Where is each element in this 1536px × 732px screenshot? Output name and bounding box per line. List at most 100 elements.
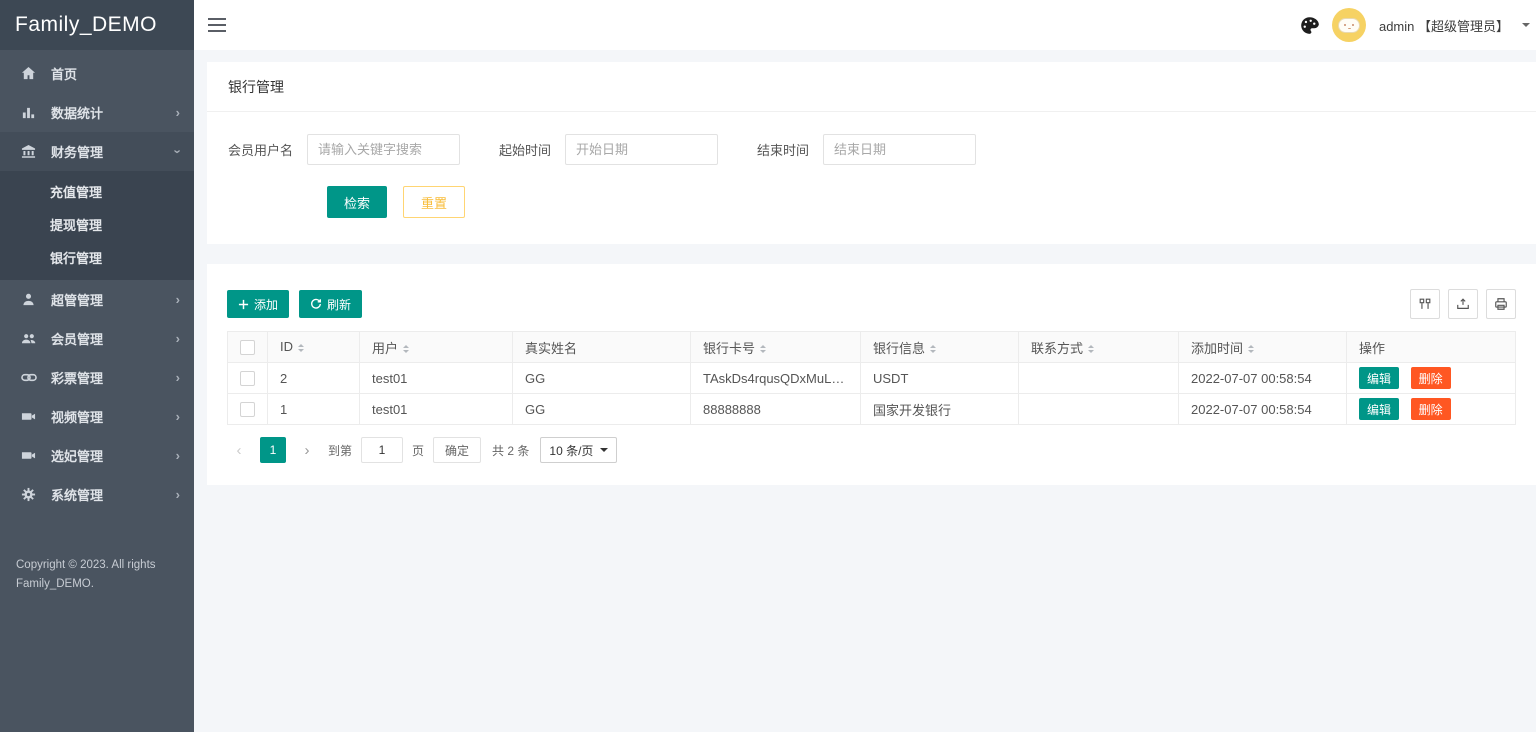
bank-icon xyxy=(20,144,37,159)
chevron-right-icon: › xyxy=(176,488,180,501)
col-actions: 操作 xyxy=(1347,332,1516,363)
sidebar-subitem-bank[interactable]: 银行管理 xyxy=(0,242,194,275)
cell-real-name: GG xyxy=(513,394,691,425)
cell-card-no: 88888888 xyxy=(691,394,861,425)
col-contact[interactable]: 联系方式 xyxy=(1019,332,1179,363)
refresh-button[interactable]: 刷新 xyxy=(299,290,362,318)
sort-icon[interactable] xyxy=(298,341,304,355)
username-search-input[interactable] xyxy=(307,134,460,165)
cell-actions: 编辑 删除 xyxy=(1347,363,1516,394)
print-button[interactable] xyxy=(1486,289,1516,319)
cell-created: 2022-07-07 00:58:54 xyxy=(1179,394,1347,425)
video-icon xyxy=(20,409,37,424)
sidebar-item-finance[interactable]: 财务管理 › xyxy=(0,132,194,171)
col-bank-info[interactable]: 银行信息 xyxy=(861,332,1019,363)
sort-icon[interactable] xyxy=(1088,342,1094,356)
edit-button[interactable]: 编辑 xyxy=(1359,398,1399,420)
sort-icon[interactable] xyxy=(403,342,409,356)
cell-bank-info: USDT xyxy=(861,363,1019,394)
add-button[interactable]: 添加 xyxy=(227,290,289,318)
cell-card-no: TAskDs4rqusQDxMuLcjz... xyxy=(691,363,861,394)
pagination: ‹ 1 › 到第 页 确定 共 2 条 10 条/页 xyxy=(227,437,1516,463)
sidebar-subitem-withdraw[interactable]: 提现管理 xyxy=(0,209,194,242)
col-user[interactable]: 用户 xyxy=(360,332,513,363)
cell-id: 1 xyxy=(268,394,360,425)
sidebar-item-home[interactable]: 首页 xyxy=(0,54,194,93)
username-label: 会员用户名 xyxy=(228,140,293,159)
home-icon xyxy=(20,66,37,81)
sidebar-item-video[interactable]: 视频管理 › xyxy=(0,397,194,436)
sort-icon[interactable] xyxy=(1248,342,1254,356)
chevron-right-icon: › xyxy=(176,106,180,119)
link-icon xyxy=(20,370,37,385)
sidebar-item-label: 超管管理 xyxy=(51,290,103,309)
chevron-right-icon: › xyxy=(176,449,180,462)
sidebar-item-members[interactable]: 会员管理 › xyxy=(0,319,194,358)
cell-contact xyxy=(1019,394,1179,425)
app-logo: Family_DEMO xyxy=(0,0,194,50)
col-card-no[interactable]: 银行卡号 xyxy=(691,332,861,363)
sidebar-nav: 首页 数据统计 › 财务管理 › 充值管理 提现管理 银行管理 超管管理 xyxy=(0,50,194,514)
col-created[interactable]: 添加时间 xyxy=(1179,332,1347,363)
sidebar-item-lottery[interactable]: 彩票管理 › xyxy=(0,358,194,397)
delete-button[interactable]: 删除 xyxy=(1411,398,1451,420)
sidebar-item-label: 视频管理 xyxy=(51,407,103,426)
current-page[interactable]: 1 xyxy=(260,437,286,463)
edit-button[interactable]: 编辑 xyxy=(1359,367,1399,389)
sidebar-item-system[interactable]: 系统管理 › xyxy=(0,475,194,514)
sidebar-item-label: 系统管理 xyxy=(51,485,103,504)
cell-id: 2 xyxy=(268,363,360,394)
export-button[interactable] xyxy=(1448,289,1478,319)
prev-page-button[interactable]: ‹ xyxy=(227,437,251,463)
user-menu-caret-icon[interactable] xyxy=(1522,23,1530,31)
user-avatar[interactable] xyxy=(1332,8,1366,42)
current-user[interactable]: admin 【超级管理员】 xyxy=(1379,16,1509,35)
theme-palette-icon[interactable] xyxy=(1300,16,1319,35)
columns-toggle-button[interactable] xyxy=(1410,289,1440,319)
sort-icon[interactable] xyxy=(760,342,766,356)
sidebar: Family_DEMO 首页 数据统计 › 财务管理 › 充值管理 提现管理 银… xyxy=(0,0,194,732)
reset-button[interactable]: 重置 xyxy=(403,186,465,218)
delete-button[interactable]: 删除 xyxy=(1411,367,1451,389)
goto-page-input[interactable] xyxy=(361,437,403,463)
select-all-checkbox[interactable] xyxy=(240,340,255,355)
plus-icon xyxy=(238,299,249,310)
members-icon xyxy=(20,331,37,346)
col-id[interactable]: ID xyxy=(268,332,360,363)
goto-confirm-button[interactable]: 确定 xyxy=(433,437,481,463)
sidebar-item-concubine[interactable]: 选妃管理 › xyxy=(0,436,194,475)
row-checkbox[interactable] xyxy=(240,402,255,417)
bank-table: ID 用户 真实姓名 银行卡号 银行信息 联系方式 添加时间 操作 2 test… xyxy=(227,331,1516,425)
sidebar-item-label: 财务管理 xyxy=(51,142,103,161)
select-all-cell xyxy=(228,332,268,363)
sidebar-item-statistics[interactable]: 数据统计 › xyxy=(0,93,194,132)
end-date-input[interactable] xyxy=(823,134,976,165)
start-time-label: 起始时间 xyxy=(499,140,551,159)
sidebar-item-label: 彩票管理 xyxy=(51,368,103,387)
topbar: admin 【超级管理员】 xyxy=(194,0,1536,50)
next-page-button[interactable]: › xyxy=(295,437,319,463)
page-title: 银行管理 xyxy=(207,62,1536,112)
cell-user: test01 xyxy=(360,363,513,394)
chevron-right-icon: › xyxy=(176,371,180,384)
gear-icon xyxy=(20,487,37,502)
table-header-row: ID 用户 真实姓名 银行卡号 银行信息 联系方式 添加时间 操作 xyxy=(228,332,1516,363)
page-size-select[interactable]: 10 条/页 xyxy=(540,437,617,463)
cell-contact xyxy=(1019,363,1179,394)
sidebar-item-superadmin[interactable]: 超管管理 › xyxy=(0,280,194,319)
row-checkbox[interactable] xyxy=(240,371,255,386)
menu-toggle-icon[interactable] xyxy=(208,14,230,36)
sidebar-item-label: 会员管理 xyxy=(51,329,103,348)
search-button[interactable]: 检索 xyxy=(327,186,387,218)
bar-chart-icon xyxy=(20,105,37,120)
columns-icon xyxy=(1418,297,1432,311)
cell-user: test01 xyxy=(360,394,513,425)
col-real-name: 真实姓名 xyxy=(513,332,691,363)
chevron-right-icon: › xyxy=(176,410,180,423)
sidebar-subitem-recharge[interactable]: 充值管理 xyxy=(0,176,194,209)
main-content: 银行管理 会员用户名 起始时间 结束时间 检索 重置 xyxy=(194,50,1536,732)
start-date-input[interactable] xyxy=(565,134,718,165)
cell-real-name: GG xyxy=(513,363,691,394)
film-icon xyxy=(20,448,37,463)
sort-icon[interactable] xyxy=(930,342,936,356)
